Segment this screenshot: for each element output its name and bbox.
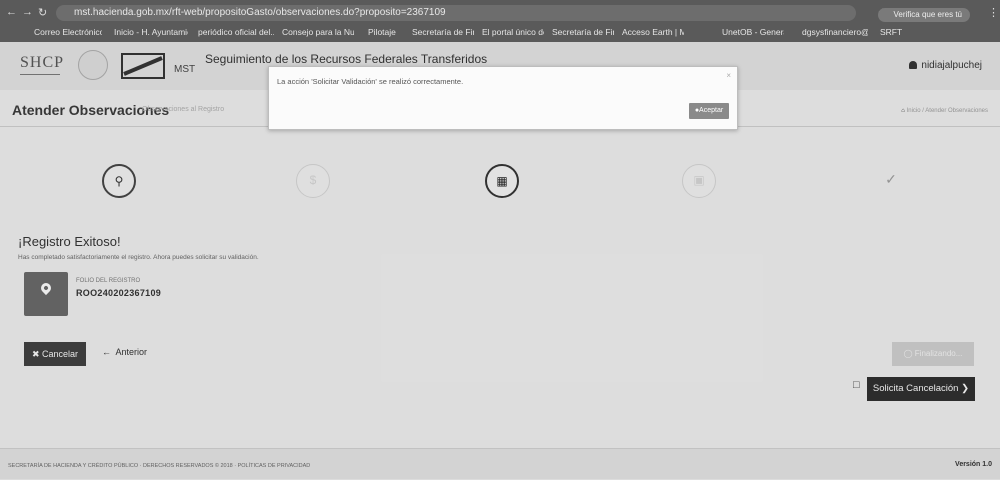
reload-icon[interactable]: ↻: [38, 6, 47, 19]
bookmarks-bar: Correo Electrónico Inicio - H. Ayuntamie…: [0, 24, 1000, 40]
bookmark-item[interactable]: Pilotaje: [368, 25, 400, 39]
dialog-message: La acción 'Solicitar Validación' se real…: [277, 77, 464, 86]
bookmark-item[interactable]: dgsysfinanciero@gm...: [802, 25, 868, 39]
menu-icon[interactable]: ⋮: [988, 6, 999, 19]
bookmark-item[interactable]: Acceso Earth | Mapas: [622, 25, 684, 39]
bookmark-item[interactable]: Secretaría de Finanzas: [412, 25, 474, 39]
back-icon[interactable]: ←: [6, 6, 17, 18]
bookmark-item[interactable]: Consejo para la Nueva...: [282, 25, 354, 39]
bookmark-item[interactable]: El portal único del g...: [482, 25, 544, 39]
bookmark-item[interactable]: Secretaría de Finanzas: [552, 25, 614, 39]
bookmark-item[interactable]: Correo Electrónico: [34, 25, 102, 39]
confirmation-dialog: La acción 'Solicitar Validación' se real…: [268, 66, 738, 130]
bookmark-item[interactable]: Inicio - H. Ayuntamiento: [114, 25, 188, 39]
forward-icon[interactable]: →: [22, 6, 33, 18]
address-row: ← → ↻ mst.hacienda.gob.mx/rft-web/propos…: [0, 4, 1000, 22]
accept-button[interactable]: ●Aceptar: [689, 103, 729, 119]
profile-chip[interactable]: Verifica que eres tú: [877, 8, 970, 22]
bookmark-item[interactable]: UnetOB - Generador: [722, 25, 784, 39]
bookmark-item[interactable]: SRFT: [880, 25, 914, 39]
url-bar[interactable]: mst.hacienda.gob.mx/rft-web/propositoGas…: [56, 5, 856, 21]
bookmark-item[interactable]: periódico oficial del...: [198, 25, 274, 39]
close-icon[interactable]: ×: [726, 71, 731, 80]
browser-chrome: ← → ↻ mst.hacienda.gob.mx/rft-web/propos…: [0, 0, 1000, 42]
